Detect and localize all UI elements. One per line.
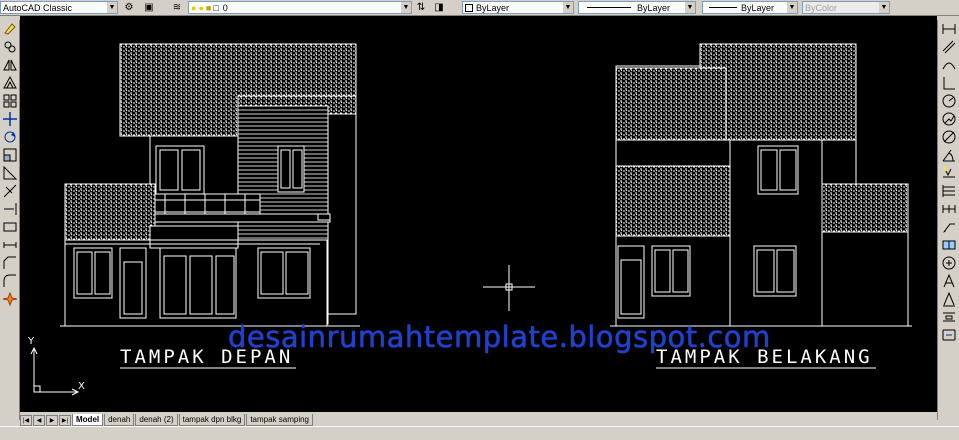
ucs-icon bbox=[30, 346, 80, 396]
radius-icon[interactable] bbox=[941, 93, 957, 109]
leader-icon[interactable] bbox=[941, 219, 957, 235]
modify-toolbar bbox=[0, 20, 20, 420]
mirror-icon[interactable] bbox=[2, 57, 18, 73]
linetype-dropdown[interactable]: ByLayer ▼ bbox=[578, 1, 696, 14]
jogged-icon[interactable] bbox=[941, 111, 957, 127]
rear-left-roof bbox=[615, 165, 731, 237]
crosshair-cursor bbox=[483, 265, 535, 311]
color-dropdown[interactable]: ByLayer ▼ bbox=[462, 1, 574, 14]
dimension-update-icon[interactable] bbox=[941, 309, 957, 325]
workspace-value: AutoCAD Classic bbox=[3, 2, 73, 13]
rotate-icon[interactable] bbox=[2, 129, 18, 145]
rear-right-roof bbox=[821, 183, 909, 235]
chamfer-icon[interactable] bbox=[2, 255, 18, 271]
color-value: ByLayer bbox=[476, 2, 510, 13]
lightbulb-icon: ● bbox=[191, 2, 197, 13]
join-icon[interactable] bbox=[2, 237, 18, 253]
linetype-value: ByLayer bbox=[637, 2, 671, 13]
layer-value: 0 bbox=[222, 2, 228, 13]
layout-tab-bar: |◀ ◀ ▶ ▶| Model denah denah (2) tampak d… bbox=[20, 412, 937, 426]
arc-length-icon[interactable] bbox=[941, 57, 957, 73]
my-workspace-icon[interactable]: ▣ bbox=[142, 1, 156, 14]
chevron-down-icon: ▼ bbox=[787, 2, 797, 13]
plotstyle-dropdown[interactable]: ByColor ▼ bbox=[802, 1, 890, 14]
model-space-canvas[interactable]: TAMPAK DEPAN TAMPAK BELAKANG desainrumah… bbox=[20, 16, 937, 412]
break-icon[interactable] bbox=[2, 219, 18, 235]
chevron-down-icon: ▼ bbox=[401, 2, 411, 13]
tab-denah-2[interactable]: denah (2) bbox=[135, 414, 178, 426]
prev-tab-button[interactable]: ◀ bbox=[33, 415, 45, 426]
front-elevation bbox=[60, 43, 360, 327]
autocad-window: AutoCAD Classic ▼ ⚙ ▣ ≋ ● ● ■ □ 0 ▼ ⇅ ◨ … bbox=[0, 0, 959, 440]
chevron-down-icon: ▼ bbox=[563, 2, 573, 13]
offset-icon[interactable] bbox=[2, 75, 18, 91]
tab-tampak-dpn-blkg[interactable]: tampak dpn blkg bbox=[178, 414, 246, 426]
center-mark-icon[interactable] bbox=[941, 255, 957, 271]
aligned-dimension-icon[interactable] bbox=[941, 39, 957, 55]
layer-dropdown[interactable]: ● ● ■ □ 0 ▼ bbox=[188, 1, 412, 14]
layer-previous-icon[interactable]: ◨ bbox=[432, 1, 446, 14]
next-tab-button[interactable]: ▶ bbox=[46, 415, 58, 426]
rear-left-upper-roof bbox=[615, 67, 727, 141]
stretch-icon[interactable] bbox=[2, 165, 18, 181]
dimension-style-icon[interactable] bbox=[941, 327, 957, 343]
move-icon[interactable] bbox=[2, 111, 18, 127]
color-swatch-icon bbox=[465, 3, 473, 12]
workspace-dropdown[interactable]: AutoCAD Classic ▼ bbox=[0, 1, 118, 14]
linetype-swatch-icon bbox=[587, 7, 631, 8]
last-tab-button[interactable]: ▶| bbox=[59, 415, 71, 426]
extend-icon[interactable] bbox=[2, 201, 18, 217]
watermark-text: desainrumahtemplate.blogspot.com bbox=[228, 320, 771, 354]
quick-dimension-icon[interactable] bbox=[941, 165, 957, 181]
dimension-toolbar bbox=[937, 20, 959, 420]
ucs-x-label: X bbox=[78, 381, 85, 392]
chevron-down-icon: ▼ bbox=[879, 2, 889, 13]
scale-icon[interactable] bbox=[2, 147, 18, 163]
copy-icon[interactable] bbox=[2, 39, 18, 55]
front-left-roof bbox=[64, 183, 156, 241]
array-icon[interactable] bbox=[2, 93, 18, 109]
chevron-down-icon: ▼ bbox=[685, 2, 695, 13]
rear-elevation bbox=[610, 43, 912, 327]
tab-tampak-samping[interactable]: tampak samping bbox=[246, 414, 314, 426]
fillet-icon[interactable] bbox=[2, 273, 18, 289]
sun-icon: ● bbox=[198, 2, 204, 13]
layer-properties-icon[interactable]: ≋ bbox=[170, 1, 184, 14]
dimension-edit-icon[interactable] bbox=[941, 273, 957, 289]
lineweight-dropdown[interactable]: ByLayer ▼ bbox=[702, 1, 798, 14]
chevron-down-icon: ▼ bbox=[107, 2, 117, 13]
lock-icon: ■ bbox=[205, 2, 212, 13]
dimension-text-edit-icon[interactable] bbox=[941, 291, 957, 307]
workspace-settings-icon[interactable]: ⚙ bbox=[122, 1, 136, 14]
linear-dimension-icon[interactable] bbox=[941, 21, 957, 37]
ucs-y-label: Y bbox=[28, 336, 35, 347]
trim-icon[interactable] bbox=[2, 183, 18, 199]
tab-denah[interactable]: denah bbox=[104, 414, 135, 426]
properties-toolbar: AutoCAD Classic ▼ ⚙ ▣ ≋ ● ● ■ □ 0 ▼ ⇅ ◨ … bbox=[0, 0, 959, 16]
tab-model[interactable]: Model bbox=[72, 414, 104, 426]
erase-icon[interactable] bbox=[2, 21, 18, 37]
lineweight-swatch-icon bbox=[709, 7, 737, 8]
diameter-icon[interactable] bbox=[941, 129, 957, 145]
first-tab-button[interactable]: |◀ bbox=[20, 415, 32, 426]
make-current-icon[interactable]: ⇅ bbox=[414, 1, 428, 14]
tolerance-icon[interactable] bbox=[941, 237, 957, 253]
lineweight-value: ByLayer bbox=[741, 2, 775, 13]
angular-icon[interactable] bbox=[941, 147, 957, 163]
explode-icon[interactable] bbox=[2, 291, 18, 307]
baseline-icon[interactable] bbox=[941, 183, 957, 199]
status-bar bbox=[0, 426, 959, 440]
ordinate-icon[interactable] bbox=[941, 75, 957, 91]
continue-icon[interactable] bbox=[941, 201, 957, 217]
plotstyle-value: ByColor bbox=[805, 2, 838, 13]
layer-color-icon: □ bbox=[213, 2, 219, 13]
